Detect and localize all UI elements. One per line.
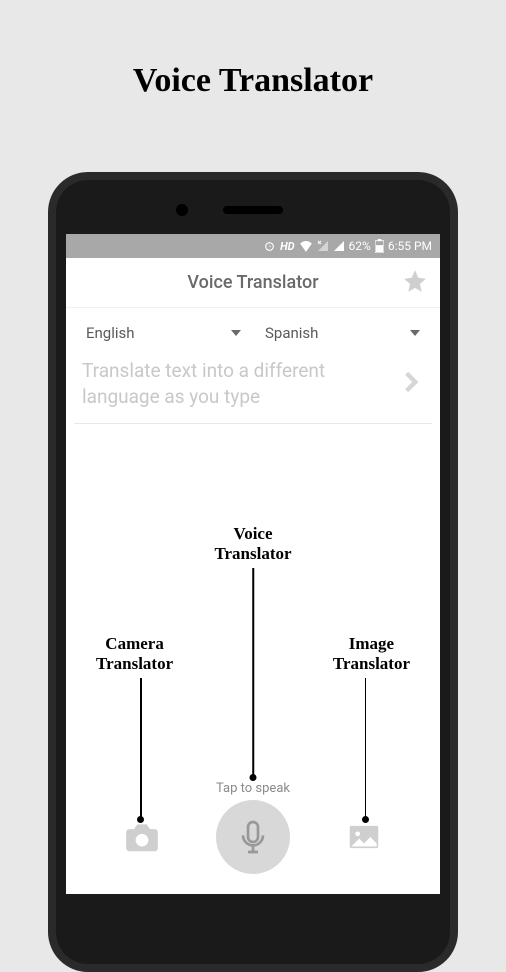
from-language-select[interactable]: English: [74, 318, 253, 348]
app-title: Voice Translator: [187, 272, 318, 293]
alarm-icon: [263, 240, 276, 253]
voice-translate-button[interactable]: [216, 800, 290, 874]
phone-inner: HD 62% 6:55 PM Voice Translator English: [56, 180, 450, 964]
annotation-line: [365, 678, 367, 818]
annotation-dot: [250, 774, 257, 781]
signal-icon-1: [317, 240, 329, 252]
annotation-camera-label: Camera Translator: [96, 634, 173, 673]
camera-translate-button[interactable]: [121, 816, 163, 858]
annotation-image-label: Image Translator: [333, 634, 410, 673]
chevron-down-icon: [231, 330, 241, 336]
from-language-label: English: [86, 324, 135, 342]
chevron-right-icon: [398, 369, 424, 395]
battery-percent: 62%: [349, 239, 371, 253]
wifi-icon: [299, 240, 313, 252]
hd-badge: HD: [280, 240, 294, 253]
image-translate-button[interactable]: [343, 816, 385, 858]
phone-frame: HD 62% 6:55 PM Voice Translator English: [48, 172, 458, 972]
page-title: Voice Translator: [0, 0, 506, 100]
to-language-label: Spanish: [265, 324, 318, 342]
annotation-line: [140, 678, 142, 818]
phone-speaker: [223, 206, 283, 214]
language-row: English Spanish: [66, 308, 440, 354]
status-bar: HD 62% 6:55 PM: [66, 234, 440, 258]
app-screen: HD 62% 6:55 PM Voice Translator English: [66, 234, 440, 894]
to-language-select[interactable]: Spanish: [253, 318, 432, 348]
input-row: Translate text into a different language…: [74, 354, 432, 424]
bottom-actions: [66, 800, 440, 874]
star-icon: [402, 268, 428, 294]
camera-icon: [123, 818, 161, 856]
go-button[interactable]: [398, 369, 424, 399]
microphone-icon: [233, 817, 273, 857]
image-icon: [345, 818, 383, 856]
phone-camera: [176, 204, 188, 216]
annotation-voice-label: Voice Translator: [214, 524, 291, 563]
signal-icon-2: [333, 240, 345, 252]
clock-text: 6:55 PM: [388, 239, 432, 253]
chevron-down-icon: [410, 330, 420, 336]
tap-to-speak-label: Tap to speak: [216, 781, 290, 796]
app-header: Voice Translator: [66, 258, 440, 308]
favorites-button[interactable]: [402, 268, 428, 298]
annotation-line: [252, 568, 254, 776]
translate-input[interactable]: Translate text into a different language…: [82, 358, 398, 409]
battery-icon: [375, 239, 384, 253]
